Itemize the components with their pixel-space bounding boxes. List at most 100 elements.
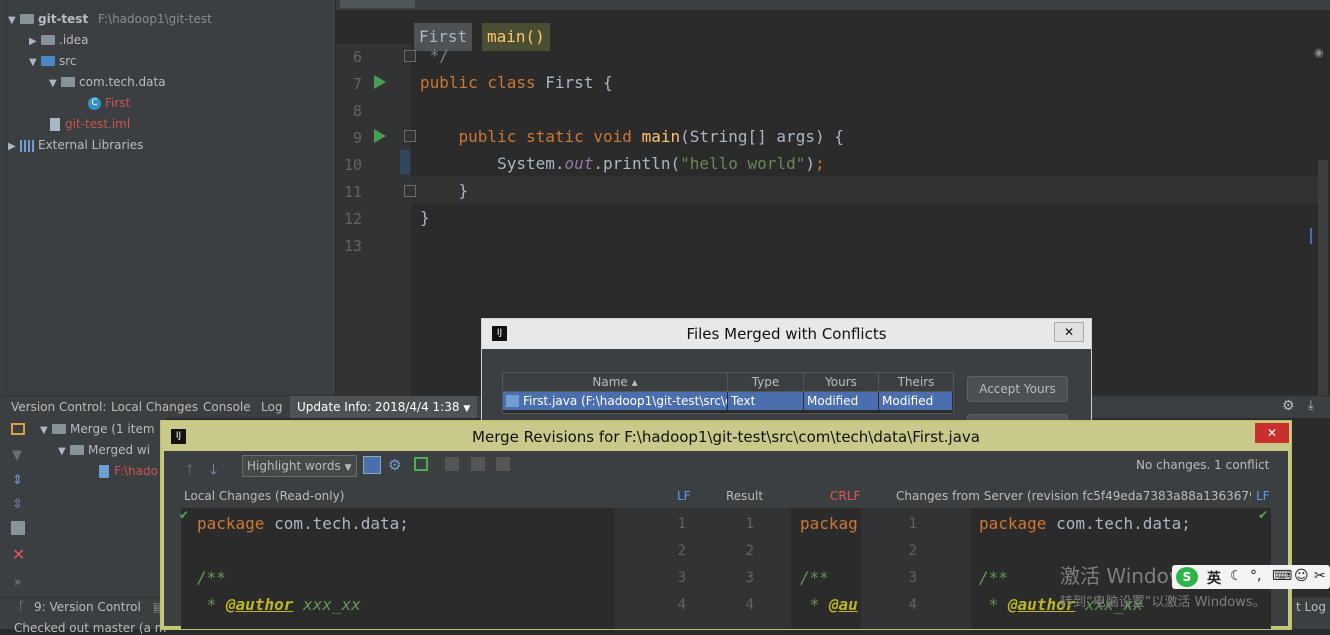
left-tool-strip — [0, 0, 7, 395]
dialog-title-bar: IJ Merge Revisions for F:\hadoop1\git-te… — [161, 421, 1291, 451]
collapse-arrow-icon[interactable]: ▼ — [8, 11, 20, 31]
cell-yours[interactable]: Modified — [804, 392, 879, 410]
previous-difference-icon[interactable]: 🡑 — [186, 459, 193, 483]
breadcrumb-method[interactable]: main() — [482, 23, 550, 51]
more-icon[interactable]: » — [14, 575, 21, 589]
local-line-separator[interactable]: LF — [677, 489, 691, 503]
run-icon[interactable] — [374, 129, 386, 143]
code-line: package com.tech.data; — [979, 514, 1191, 533]
code-line: /** — [800, 568, 829, 587]
tab-console[interactable]: Console — [196, 396, 258, 418]
line-number: 10 — [343, 156, 362, 174]
keyboard-icon[interactable]: ⌨ — [1272, 568, 1292, 584]
tools-icon[interactable]: ✂ — [1314, 568, 1326, 584]
folder-icon — [20, 13, 34, 24]
gear-icon[interactable]: ⚙ — [388, 456, 401, 474]
result-line-separator[interactable]: CRLF — [830, 489, 860, 503]
code-line: */ — [420, 46, 449, 65]
line-number: 12 — [343, 210, 362, 228]
tab-log[interactable]: Log — [254, 396, 289, 418]
tree-label: Merged wi — [88, 443, 151, 457]
tree-item-first[interactable]: C First — [88, 93, 130, 113]
punctuation-icon[interactable]: °, — [1250, 568, 1261, 584]
group-icon[interactable] — [11, 521, 25, 535]
code-line: packag — [800, 514, 858, 533]
tab-local-changes[interactable]: Local Changes — [104, 396, 205, 418]
cell-type[interactable]: Text — [728, 392, 804, 410]
editor-tab-first-java[interactable] — [340, 0, 415, 8]
tree-item-idea[interactable]: ▶ .idea — [29, 30, 89, 50]
line-number: 1 — [677, 516, 686, 532]
tree-item-iml[interactable]: git-test.iml — [50, 114, 130, 134]
editor-scrollbar[interactable] — [1318, 160, 1328, 395]
tree-root[interactable]: ▼ git-test F:\hadoop1\git-test — [8, 9, 212, 29]
cell-name[interactable]: First.java (F:\hadoop1\git-test\src\c — [503, 392, 728, 410]
close-icon[interactable]: ✕ — [1255, 423, 1289, 443]
column-name[interactable]: Name ▴ — [503, 373, 728, 392]
collapse-all-icon[interactable]: ⇳ — [12, 497, 23, 512]
collapse-arrow-icon[interactable]: ▼ — [49, 74, 61, 94]
server-line-separator[interactable]: LF — [1256, 489, 1270, 503]
hide-icon[interactable]: ⤓ — [1308, 398, 1314, 413]
version-control-tool-button[interactable]: 9: Version Control — [34, 600, 141, 614]
user-icon[interactable]: ☺ — [1294, 568, 1309, 584]
expand-arrow-icon[interactable]: ▶ — [8, 137, 20, 157]
line-number: 7 — [352, 75, 362, 93]
expand-arrow-icon[interactable]: ▶ — [29, 32, 41, 52]
sogou-icon[interactable]: S — [1176, 567, 1198, 587]
expand-all-icon[interactable]: ⇕ — [12, 473, 23, 488]
chevron-down-icon: ▼ — [344, 463, 352, 473]
collapse-arrow-icon[interactable]: ▼ — [29, 53, 41, 73]
next-difference-icon[interactable]: 🡓 — [210, 459, 217, 483]
conflicts-table[interactable]: Name ▴ Type Yours Theirs First.java (F:\… — [502, 372, 954, 414]
close-icon[interactable]: ✕ — [1054, 322, 1084, 342]
code-token: com.tech.data; — [1056, 514, 1191, 533]
run-icon[interactable] — [374, 75, 386, 89]
line-number: 1 — [745, 516, 754, 532]
filter-icon[interactable]: ▼ — [12, 448, 22, 463]
collapse-arrow-icon[interactable]: ▼ — [58, 442, 70, 462]
local-pane[interactable]: ✔ package com.tech.data; /** * @author x… — [179, 508, 614, 629]
apply-right-icon[interactable] — [496, 457, 510, 471]
tree-item-src[interactable]: ▼ src — [29, 51, 77, 71]
result-pane[interactable]: packag /** * @au — [791, 508, 861, 629]
apply-left-icon[interactable] — [445, 457, 459, 471]
cell-name-text: First.java (F:\hadoop1\git-test\src\c — [523, 394, 728, 408]
sync-scroll-icon[interactable] — [363, 456, 381, 474]
line-number: 6 — [352, 48, 362, 66]
eye-icon[interactable]: ◉ — [1314, 46, 1324, 59]
refresh-icon[interactable] — [11, 423, 25, 435]
cell-theirs[interactable]: Modified — [879, 392, 953, 410]
tree-item-package[interactable]: ▼ com.tech.data — [49, 72, 166, 92]
event-log-button[interactable]: t Log — [1296, 600, 1326, 614]
collapse-arrow-icon[interactable]: ▼ — [40, 421, 52, 441]
column-yours[interactable]: Yours — [804, 373, 879, 392]
tree-item-merge[interactable]: ▼ Merge (1 item — [40, 419, 155, 439]
apply-all-icon[interactable] — [471, 457, 485, 471]
folder-icon — [52, 423, 66, 434]
tree-label: Merge (1 item — [70, 422, 155, 436]
code-token: /** — [197, 568, 226, 587]
code-token: packag — [800, 514, 858, 533]
highlight-words-select[interactable]: Highlight words ▼ — [242, 455, 357, 477]
tree-label: git-test.iml — [65, 117, 131, 131]
apply-non-conflicting-icon[interactable] — [414, 457, 428, 471]
fold-icon[interactable] — [404, 50, 416, 62]
tab-update-info[interactable]: Update Info: 2018/4/4 1:38 ▼ — [290, 396, 478, 418]
fold-icon[interactable] — [404, 130, 416, 142]
column-type[interactable]: Type — [728, 373, 804, 392]
gear-icon[interactable]: ⚙ — [1282, 398, 1295, 414]
tree-item-merged[interactable]: ▼ Merged wi — [58, 440, 150, 460]
column-theirs[interactable]: Theirs — [879, 373, 954, 392]
tree-item-file[interactable]: F:\hado — [99, 461, 158, 481]
code-line: public class First { — [420, 73, 613, 92]
ime-language[interactable]: 英 — [1207, 568, 1221, 588]
moon-icon[interactable]: ☾ — [1230, 568, 1243, 584]
tree-item-external-libraries[interactable]: ▶ External Libraries — [8, 135, 143, 155]
accept-yours-button[interactable]: Accept Yours — [967, 376, 1068, 402]
fold-icon[interactable] — [404, 185, 416, 197]
chevron-down-icon[interactable]: ▼ — [463, 404, 470, 414]
ime-toolbar[interactable]: S 英 ☾ °, ⌨ ☺ ✂ — [1172, 565, 1330, 589]
close-icon[interactable]: ✕ — [12, 545, 25, 564]
source-folder-icon — [41, 55, 55, 66]
